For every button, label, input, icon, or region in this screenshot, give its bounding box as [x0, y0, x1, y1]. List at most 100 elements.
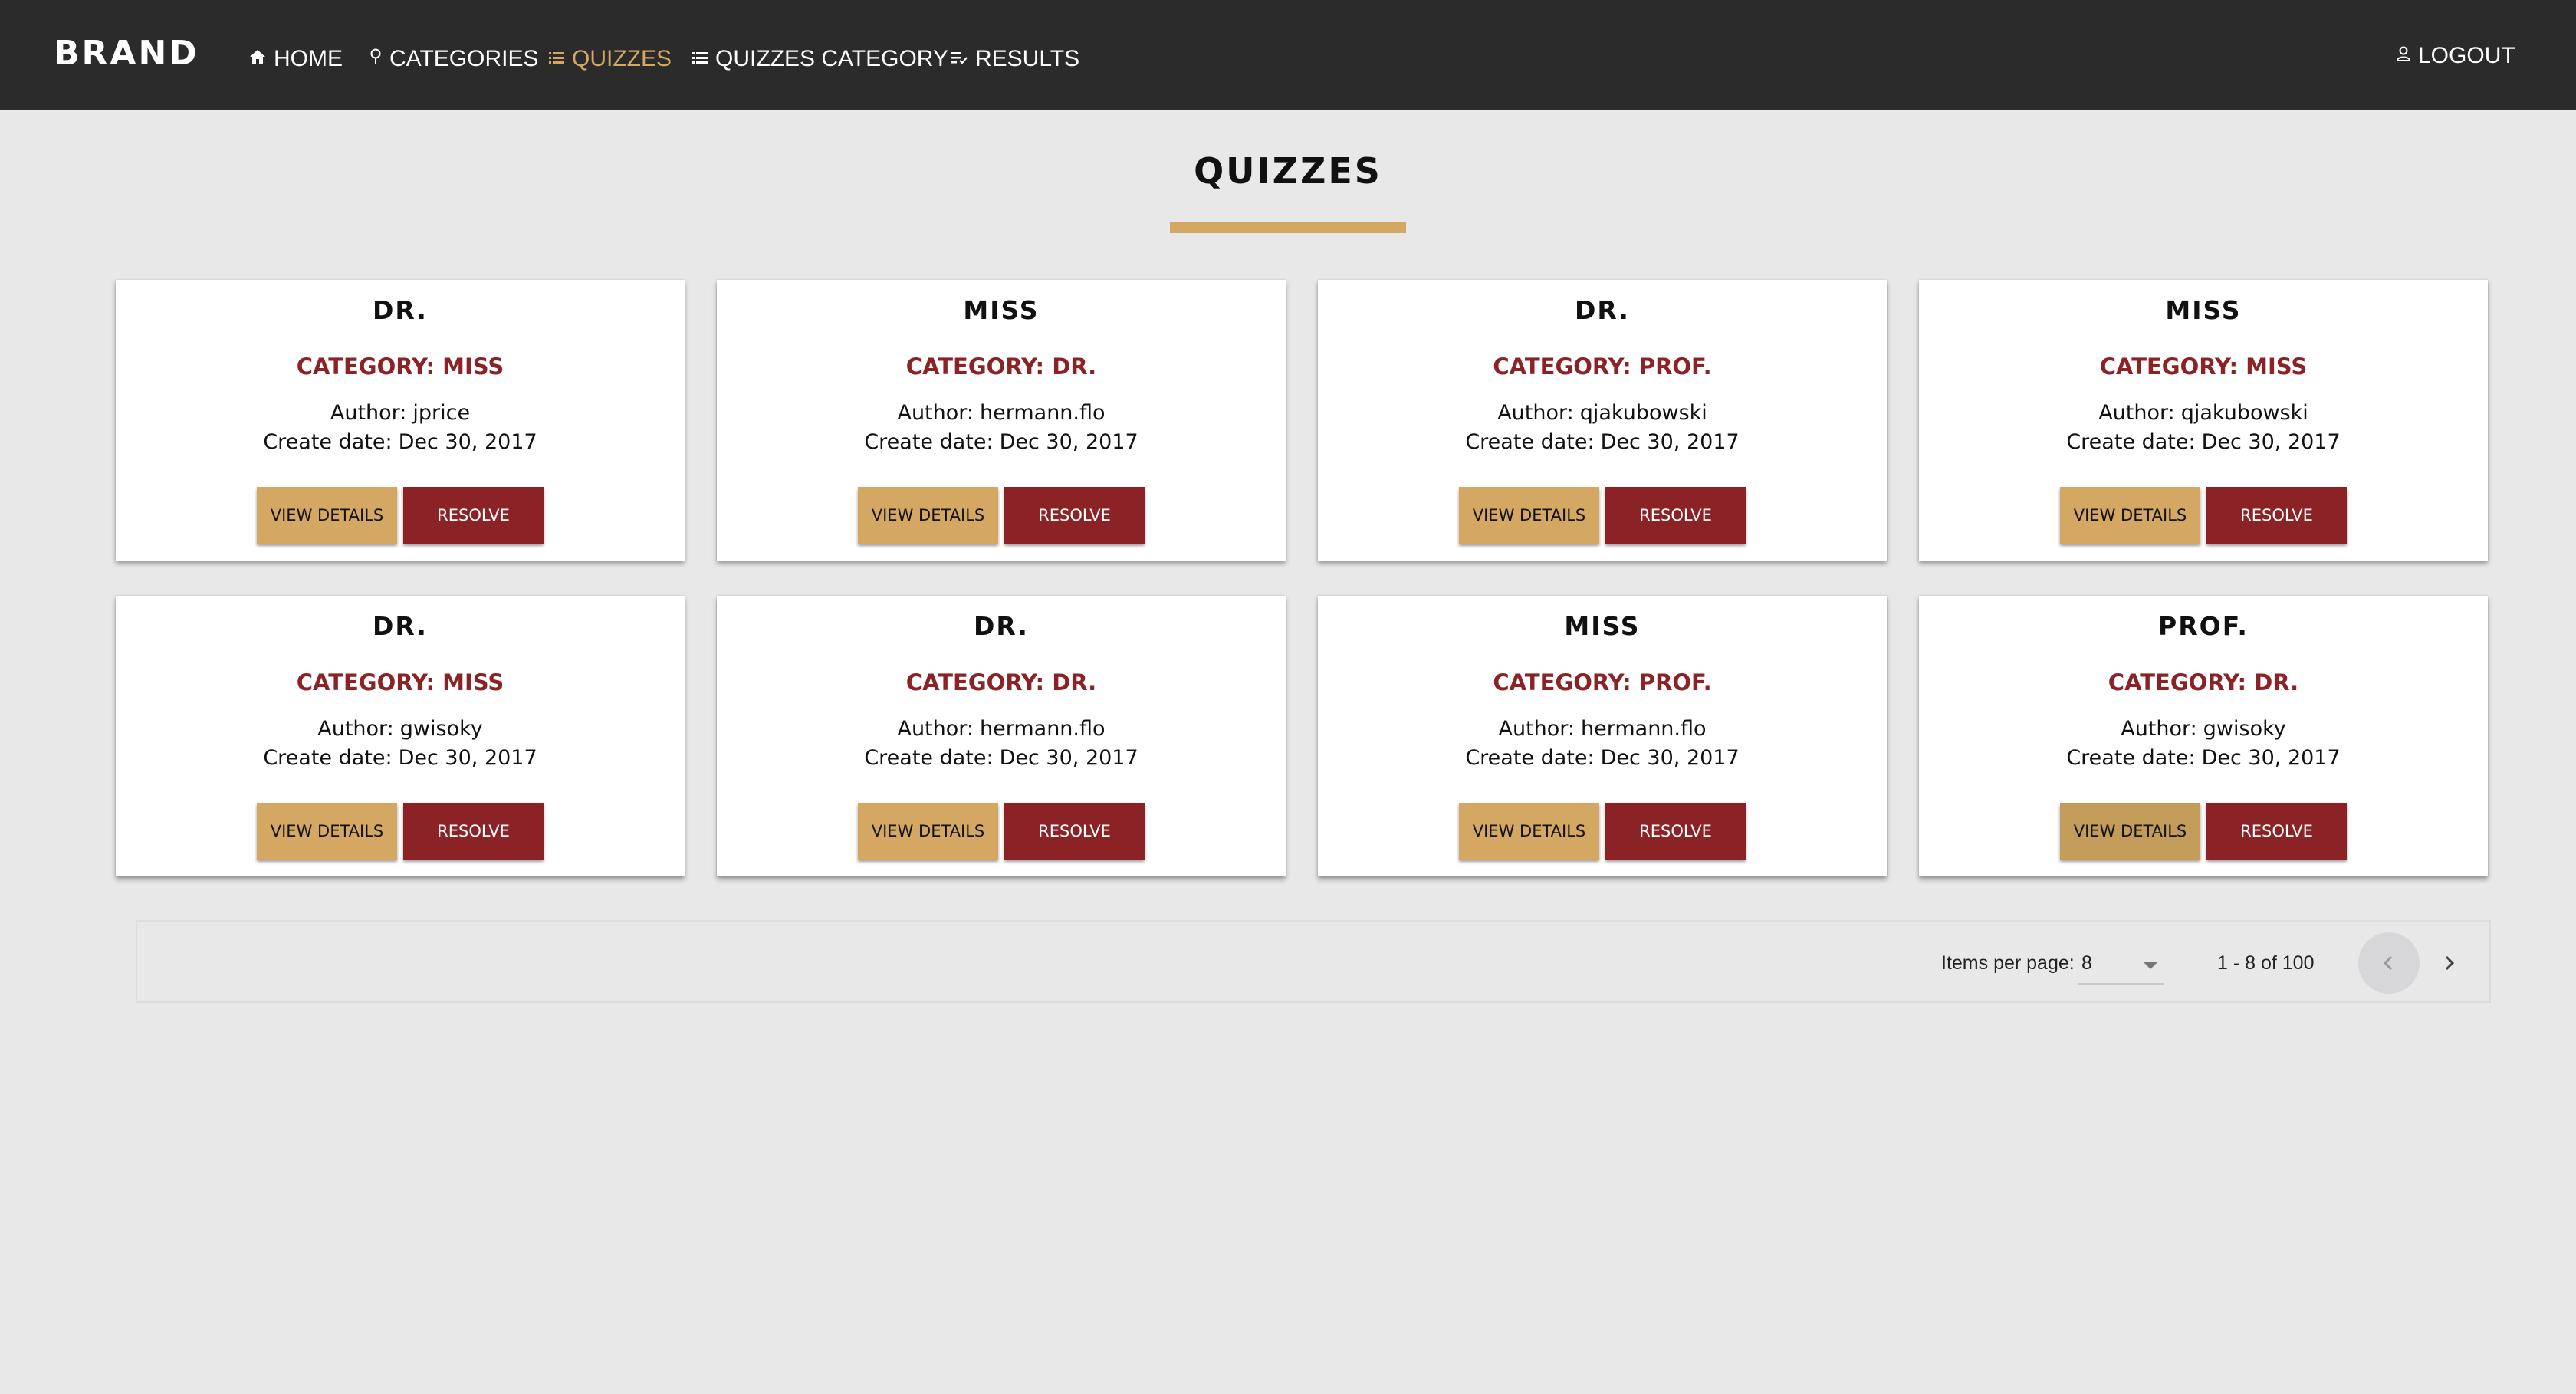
author-value: qjakubowski	[1579, 401, 1707, 425]
quiz-author: Author: gwisoky	[116, 717, 685, 741]
author-label: Author:	[317, 717, 394, 741]
checklist-icon	[951, 51, 968, 68]
items-per-page-label: Items per page:	[1941, 952, 2075, 974]
view-details-button[interactable]: VIEW DETAILS	[1459, 487, 1599, 544]
items-per-page-value: 8	[2082, 952, 2092, 974]
quiz-category: CATEGORY: DR.	[905, 353, 1097, 380]
create-date-label: Create date:	[1465, 430, 1595, 454]
logout-label: LOGOUT	[2418, 43, 2515, 68]
quiz-card: PROF. CATEGORY: DR. Author: gwisoky Creat…	[1919, 596, 2488, 876]
author-value: qjakubowski	[2180, 401, 2308, 425]
nav-item-home[interactable]: HOME	[249, 46, 343, 72]
chevron-right-icon	[2445, 955, 2455, 971]
quiz-card: DR. CATEGORY: DR. Author: hermann.flo Cre…	[717, 596, 1286, 876]
create-date-value: Dec 30, 2017	[999, 746, 1138, 770]
create-date-value: Dec 30, 2017	[1600, 430, 1740, 454]
author-value: hermann.flo	[980, 717, 1106, 741]
quiz-title: MISS	[2165, 295, 2242, 325]
resolve-button[interactable]: RESOLVE	[1004, 803, 1145, 860]
author-label: Author:	[897, 401, 974, 425]
create-date-value: Dec 30, 2017	[999, 430, 1138, 454]
paginator: Items per page: 8 1 - 8 of 100	[136, 920, 2491, 1003]
quiz-create-date: Create date: Dec 30, 2017	[116, 430, 685, 454]
create-date-label: Create date:	[864, 746, 994, 770]
resolve-button[interactable]: RESOLVE	[2206, 487, 2347, 544]
create-date-label: Create date:	[2066, 746, 2196, 770]
quiz-title: MISS	[963, 295, 1040, 325]
nav-item-categories[interactable]: CATEGORIES	[370, 46, 538, 72]
quiz-category: CATEGORY: MISS	[2099, 353, 2308, 380]
card-actions: VIEW DETAILS RESOLVE	[1919, 487, 2488, 544]
quiz-card: MISS CATEGORY: MISS Author: qjakubowski C…	[1919, 280, 2488, 561]
author-label: Author:	[2098, 401, 2175, 425]
quiz-category: CATEGORY: MISS	[296, 669, 504, 695]
author-label: Author:	[2121, 717, 2197, 741]
pin-icon	[370, 48, 382, 70]
create-date-value: Dec 30, 2017	[2201, 746, 2341, 770]
view-details-button[interactable]: VIEW DETAILS	[858, 803, 998, 860]
create-date-value: Dec 30, 2017	[398, 430, 537, 454]
resolve-button[interactable]: RESOLVE	[403, 803, 544, 860]
logout-button[interactable]: LOGOUT	[2396, 43, 2515, 69]
view-details-button[interactable]: VIEW DETAILS	[858, 487, 998, 544]
previous-page-button[interactable]	[2358, 932, 2420, 994]
page-title: QUIZZES	[1194, 150, 1382, 192]
resolve-button[interactable]: RESOLVE	[1605, 803, 1746, 860]
resolve-button[interactable]: RESOLVE	[2206, 803, 2347, 860]
quiz-card-grid: DR. CATEGORY: MISS Author: jprice Create …	[116, 280, 2488, 876]
author-label: Author:	[330, 401, 407, 425]
items-per-page-select[interactable]: 8	[2078, 943, 2164, 985]
author-value: jprice	[412, 401, 471, 425]
view-details-button[interactable]: VIEW DETAILS	[2060, 803, 2200, 860]
create-date-label: Create date:	[864, 430, 994, 454]
card-actions: VIEW DETAILS RESOLVE	[717, 803, 1286, 860]
quiz-title: PROF.	[2158, 611, 2249, 641]
create-date-label: Create date:	[263, 430, 393, 454]
nav-item-label: CATEGORIES	[389, 46, 539, 71]
nav-item-quizzes-category[interactable]: QUIZZES CATEGORY	[692, 46, 948, 72]
author-value: hermann.flo	[980, 401, 1106, 425]
next-page-button[interactable]	[2418, 932, 2479, 994]
view-details-button[interactable]: VIEW DETAILS	[257, 487, 397, 544]
card-actions: VIEW DETAILS RESOLVE	[1919, 803, 2488, 860]
dropdown-arrow-icon	[2143, 962, 2158, 969]
view-details-button[interactable]: VIEW DETAILS	[257, 803, 397, 860]
nav-item-label: HOME	[274, 46, 343, 71]
navbar: BRAND HOME CATEGORIES QUIZZES QUIZZES CA…	[0, 0, 2576, 110]
title-underline	[1170, 222, 1406, 233]
quiz-author: Author: qjakubowski	[1318, 401, 1887, 425]
user-icon	[2396, 46, 2411, 66]
card-actions: VIEW DETAILS RESOLVE	[116, 487, 685, 544]
quiz-author: Author: hermann.flo	[1318, 717, 1887, 741]
nav-item-label: RESULTS	[975, 46, 1080, 71]
resolve-button[interactable]: RESOLVE	[403, 487, 544, 544]
create-date-value: Dec 30, 2017	[398, 746, 537, 770]
quiz-card: DR. CATEGORY: PROF. Author: qjakubowski C…	[1318, 280, 1887, 561]
author-label: Author:	[897, 717, 974, 741]
list-icon	[692, 51, 708, 68]
quiz-title: DR.	[373, 611, 428, 641]
quiz-title: DR.	[974, 611, 1029, 641]
create-date-label: Create date:	[2066, 430, 2196, 454]
create-date-value: Dec 30, 2017	[2201, 430, 2341, 454]
author-value: gwisoky	[2203, 717, 2286, 741]
quiz-category: CATEGORY: DR.	[2108, 669, 2299, 695]
card-actions: VIEW DETAILS RESOLVE	[717, 487, 1286, 544]
resolve-button[interactable]: RESOLVE	[1605, 487, 1746, 544]
quiz-author: Author: hermann.flo	[717, 717, 1286, 741]
card-actions: VIEW DETAILS RESOLVE	[1318, 487, 1887, 544]
home-icon	[249, 49, 266, 69]
nav-item-quizzes[interactable]: QUIZZES	[549, 46, 672, 72]
quiz-author: Author: qjakubowski	[1919, 401, 2488, 425]
nav-item-results[interactable]: RESULTS	[951, 46, 1079, 72]
author-label: Author:	[1498, 717, 1575, 741]
author-value: hermann.flo	[1581, 717, 1707, 741]
brand-logo[interactable]: BRAND	[54, 34, 199, 73]
view-details-button[interactable]: VIEW DETAILS	[1459, 803, 1599, 860]
view-details-button[interactable]: VIEW DETAILS	[2060, 487, 2200, 544]
quiz-category: CATEGORY: DR.	[905, 669, 1097, 695]
quiz-card: DR. CATEGORY: MISS Author: gwisoky Create…	[116, 596, 685, 876]
quiz-card: MISS CATEGORY: DR. Author: hermann.flo Cr…	[717, 280, 1286, 561]
resolve-button[interactable]: RESOLVE	[1004, 487, 1145, 544]
chevron-left-icon	[2383, 955, 2393, 971]
